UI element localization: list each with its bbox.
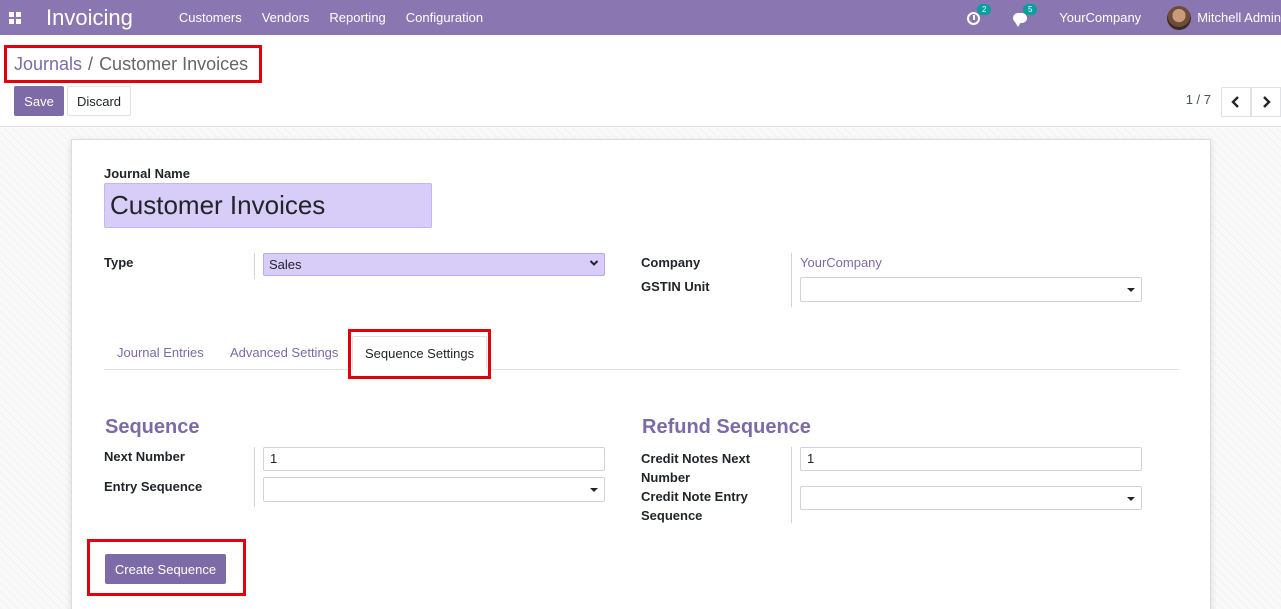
credit-next-label-line1: Credit Notes Next [641, 451, 751, 466]
tab-advanced-settings[interactable]: Advanced Settings [230, 336, 338, 370]
gstin-select[interactable] [800, 277, 1142, 302]
credit-next-label-line2: Number [641, 470, 691, 485]
credit-entry-label-line1: Credit Note Entry [641, 489, 748, 504]
tab-highlight-box [348, 329, 491, 379]
next-number-label: Next Number [104, 449, 185, 464]
dropdown-caret-icon [590, 488, 598, 492]
credit-note-entry-sequence-label: Credit Note Entry Sequence [641, 487, 748, 525]
type-select[interactable]: Sales [263, 253, 605, 276]
journal-name-label: Journal Name [104, 166, 190, 181]
apps-grid-icon [9, 11, 21, 24]
activity-button[interactable]: 2 [967, 3, 992, 26]
company-label: Company [641, 255, 701, 270]
messages-badge: 5 [1023, 3, 1038, 15]
field-divider [791, 253, 792, 307]
menu-configuration[interactable]: Configuration [406, 10, 483, 25]
activity-badge: 2 [977, 3, 992, 15]
journal-name-input[interactable]: Customer Invoices [104, 183, 432, 228]
type-select-value: Sales [269, 257, 302, 272]
company-value-link[interactable]: YourCompany [800, 255, 882, 270]
messages-button[interactable]: 5 [1013, 3, 1038, 27]
user-menu[interactable]: Mitchell Admin [1197, 10, 1281, 25]
field-divider [791, 447, 792, 523]
credit-notes-next-number-input[interactable]: 1 [800, 447, 1142, 471]
gstin-label: GSTIN Unit [641, 279, 710, 294]
company-switcher[interactable]: YourCompany [1059, 10, 1141, 25]
credit-notes-next-number-label: Credit Notes Next Number [641, 449, 750, 487]
menu-reporting[interactable]: Reporting [329, 10, 385, 25]
dropdown-caret-icon [1127, 497, 1135, 501]
discard-button[interactable]: Discard [67, 86, 131, 116]
type-label: Type [104, 255, 134, 270]
field-divider [254, 447, 255, 507]
pager-next-button[interactable] [1251, 87, 1281, 117]
credit-entry-label-line2: Sequence [641, 508, 703, 523]
save-button[interactable]: Save [14, 86, 64, 116]
pager-previous-button[interactable] [1221, 87, 1251, 117]
notebook-tabs: Journal Entries Advanced Settings Sequen… [104, 336, 1179, 370]
tab-journal-entries[interactable]: Journal Entries [117, 336, 204, 370]
menu-customers[interactable]: Customers [179, 10, 242, 25]
refund-sequence-section-title: Refund Sequence [642, 416, 811, 438]
create-sequence-highlight-box [87, 539, 246, 596]
menu-vendors[interactable]: Vendors [262, 10, 310, 25]
pager-value[interactable]: 1 / 7 [1186, 92, 1211, 107]
top-navbar: Invoicing Customers Vendors Reporting Co… [0, 0, 1281, 35]
pager-buttons [1221, 87, 1281, 117]
app-brand[interactable]: Invoicing [46, 5, 133, 31]
sequence-section-title: Sequence [105, 416, 200, 438]
entry-sequence-select[interactable] [263, 477, 605, 502]
chevron-left-icon [1231, 96, 1239, 108]
dropdown-caret-icon [1127, 288, 1135, 292]
next-number-input[interactable]: 1 [263, 447, 605, 471]
chevron-down-icon [589, 260, 599, 266]
credit-note-entry-sequence-select[interactable] [800, 486, 1142, 510]
user-avatar[interactable] [1167, 5, 1192, 30]
entry-sequence-label: Entry Sequence [104, 479, 203, 494]
breadcrumb-highlight-box [4, 45, 262, 83]
chevron-right-icon [1263, 96, 1271, 108]
field-divider [254, 253, 255, 279]
apps-menu-button[interactable] [0, 0, 30, 35]
